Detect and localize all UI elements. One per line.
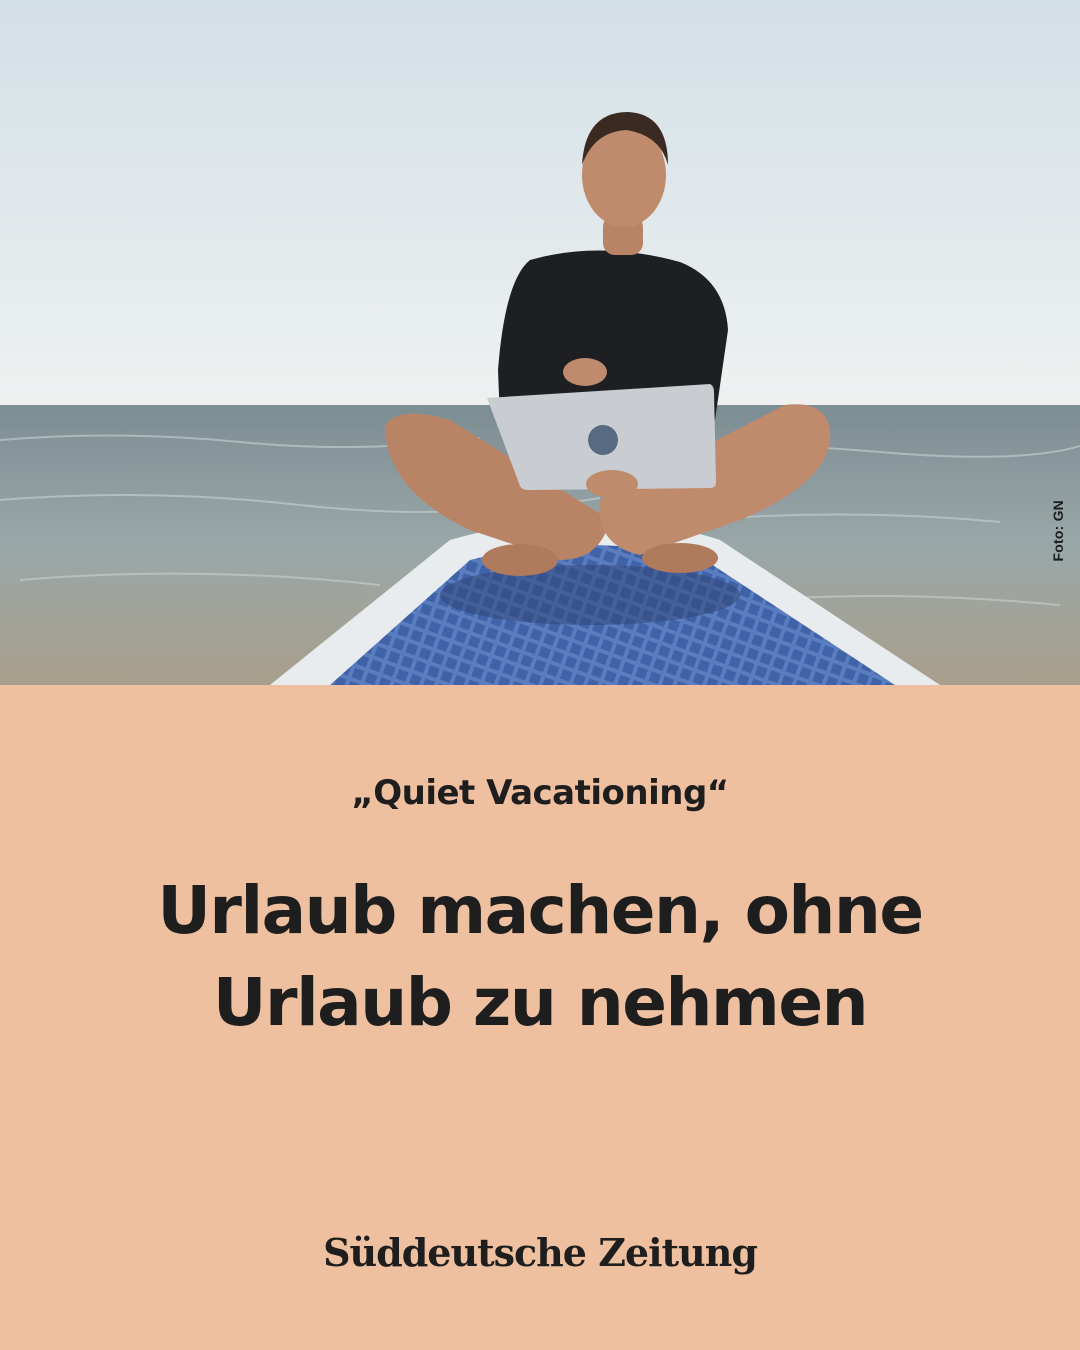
article-kicker: „Quiet Vacationing“ <box>351 773 729 813</box>
headline-line-1: Urlaub machen, ohne <box>157 872 924 949</box>
social-card: Foto: GN „Quiet Vacationing“ Urlaub mach… <box>0 0 1080 1350</box>
article-headline: Urlaub machen, ohne Urlaub zu nehmen <box>60 865 1020 1049</box>
photo-credit: Foto: GN <box>1050 500 1066 562</box>
hero-photo: Foto: GN <box>0 0 1080 685</box>
brand-logo: Süddeutsche Zeitung <box>323 1230 758 1275</box>
headline-line-2: Urlaub zu nehmen <box>212 964 869 1041</box>
text-panel: „Quiet Vacationing“ Urlaub machen, ohne … <box>0 685 1080 1350</box>
woman-on-paddleboard-illustration <box>0 0 1080 685</box>
